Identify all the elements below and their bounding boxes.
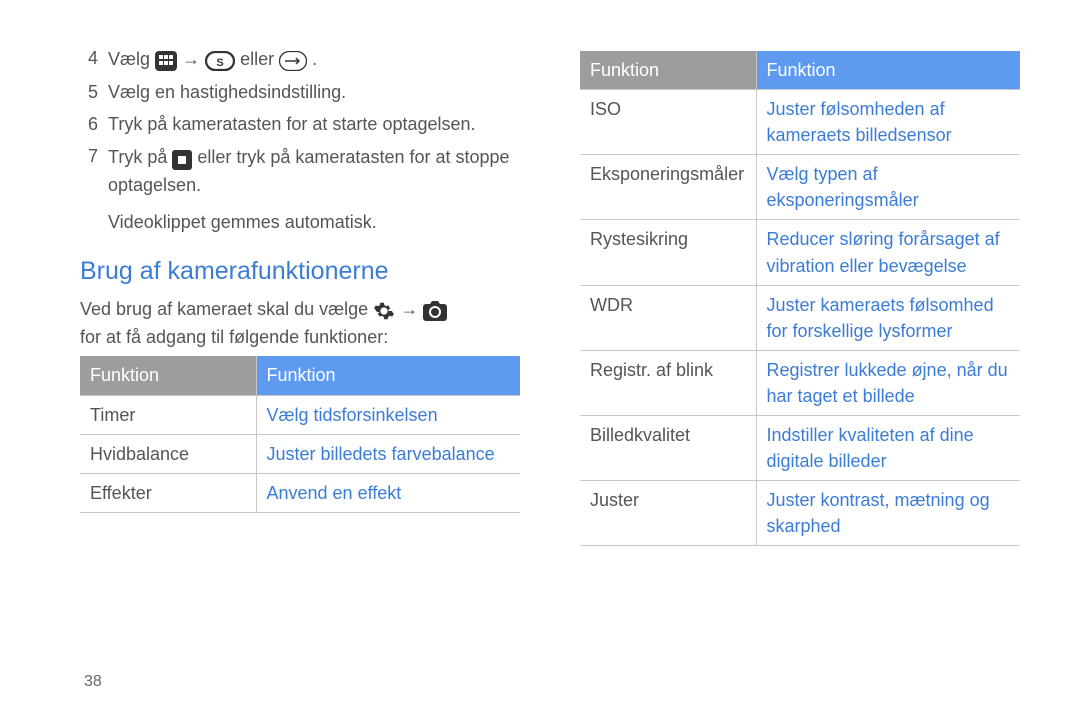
table-row: Eksponeringsmåler Vælg typen af eksponer…: [580, 155, 1020, 220]
table-header-name: Funktion: [80, 356, 256, 395]
function-desc: Juster billedets farvebalance: [256, 434, 520, 473]
table-row: Hvidbalance Juster billedets farvebalanc…: [80, 434, 520, 473]
step-text: Tryk på kameratasten for at starte optag…: [108, 111, 476, 137]
table-row: WDR Juster kameraets følsomhed for forsk…: [580, 285, 1020, 350]
table-header-desc: Funktion: [756, 51, 1020, 90]
step-number: 7: [80, 143, 98, 198]
table-row: Effekter Anvend en effekt: [80, 473, 520, 512]
table-row: Juster Juster kontrast, mætning og skarp…: [580, 481, 1020, 546]
function-desc: Juster følsomheden af kameraets billedse…: [756, 90, 1020, 155]
function-name: Eksponeringsmåler: [580, 155, 756, 220]
function-desc: Registrer lukkede øjne, når du har taget…: [756, 350, 1020, 415]
slow-motion-icon: [279, 47, 307, 73]
table-row: Billedkvalitet Indstiller kvaliteten af …: [580, 416, 1020, 481]
functions-table-right: Funktion Funktion ISO Juster følsomheden…: [580, 51, 1020, 546]
menu-grid-icon: [155, 47, 177, 73]
table-row: ISO Juster følsomheden af kameraets bill…: [580, 90, 1020, 155]
step-6: 6 Tryk på kameratasten for at starte opt…: [80, 111, 520, 137]
right-column: Funktion Funktion ISO Juster følsomheden…: [580, 45, 1020, 546]
function-name: Effekter: [80, 473, 256, 512]
function-desc: Indstiller kvaliteten af dine digitale b…: [756, 416, 1020, 481]
page-number: 38: [84, 673, 102, 691]
table-row: Registr. af blink Registrer lukkede øjne…: [580, 350, 1020, 415]
auto-save-note: Videoklippet gemmes automatisk.: [108, 209, 520, 235]
step-number: 6: [80, 111, 98, 137]
table-row: Rystesikring Reducer sløring forårsaget …: [580, 220, 1020, 285]
function-desc: Anvend en effekt: [256, 473, 520, 512]
function-desc: Juster kameraets følsomhed for forskelli…: [756, 285, 1020, 350]
section-heading: Brug af kamerafunktionerne: [80, 253, 520, 289]
function-desc: Vælg typen af eksponeringsmåler: [756, 155, 1020, 220]
function-desc: Vælg tidsforsinkelsen: [256, 395, 520, 434]
table-header-desc: Funktion: [256, 356, 520, 395]
step-number: 4: [80, 45, 98, 73]
step-text: Vælg → S eller .: [108, 45, 317, 73]
step-text: Vælg en hastighedsindstilling.: [108, 79, 346, 105]
step-4: 4 Vælg → S eller .: [80, 45, 520, 73]
stop-icon: [172, 145, 192, 171]
gear-icon: [373, 297, 395, 323]
intro-text: Ved brug af kameraet skal du vælge → for…: [80, 295, 520, 350]
table-header-name: Funktion: [580, 51, 756, 90]
function-name: Billedkvalitet: [580, 416, 756, 481]
function-desc: Juster kontrast, mætning og skarphed: [756, 481, 1020, 546]
steps-list: 4 Vælg → S eller .: [80, 45, 520, 199]
svg-text:S: S: [216, 57, 223, 69]
step-5: 5 Vælg en hastighedsindstilling.: [80, 79, 520, 105]
function-name: Hvidbalance: [80, 434, 256, 473]
function-name: Registr. af blink: [580, 350, 756, 415]
step-7: 7 Tryk på eller tryk på kameratasten for…: [80, 143, 520, 198]
function-name: WDR: [580, 285, 756, 350]
function-name: Rystesikring: [580, 220, 756, 285]
camera-icon: [423, 297, 447, 323]
function-name: ISO: [580, 90, 756, 155]
left-column: 4 Vælg → S eller .: [80, 45, 520, 546]
fast-motion-icon: S: [205, 47, 235, 73]
function-desc: Reducer sløring forårsaget af vibration …: [756, 220, 1020, 285]
function-name: Juster: [580, 481, 756, 546]
step-text: Tryk på eller tryk på kameratasten for a…: [108, 143, 520, 198]
step-number: 5: [80, 79, 98, 105]
functions-table-left: Funktion Funktion Timer Vælg tidsforsink…: [80, 356, 520, 512]
function-name: Timer: [80, 395, 256, 434]
table-row: Timer Vælg tidsforsinkelsen: [80, 395, 520, 434]
